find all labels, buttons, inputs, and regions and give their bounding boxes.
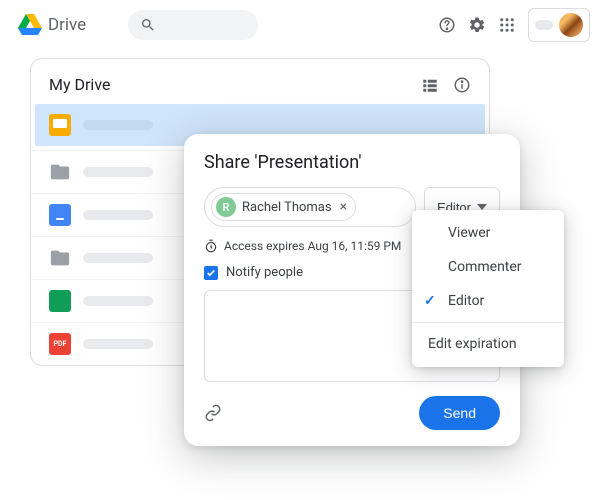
file-name-placeholder (83, 339, 153, 349)
timer-icon (204, 239, 218, 253)
help-icon[interactable] (438, 16, 456, 34)
person-chip[interactable]: R Rachel Thomas × (211, 193, 356, 221)
drive-header: My Drive (31, 75, 489, 104)
search-input[interactable] (128, 10, 258, 40)
role-option-commenter[interactable]: Commenter (412, 250, 564, 284)
account-placeholder (535, 20, 553, 30)
expiration-text: Access expires Aug 16, 11:59 PM (224, 239, 401, 253)
app-header: Drive (0, 0, 608, 50)
search-icon (140, 17, 156, 33)
apps-icon[interactable] (498, 16, 516, 34)
file-name-placeholder (83, 210, 153, 220)
file-name-placeholder (83, 296, 153, 306)
remove-chip-icon[interactable]: × (340, 199, 347, 215)
folder-icon (49, 247, 71, 269)
info-icon[interactable] (453, 76, 471, 94)
product-name: Drive (48, 15, 86, 35)
role-option-viewer[interactable]: Viewer (412, 216, 564, 250)
sheets-icon (49, 290, 71, 312)
drive-logo[interactable]: Drive (18, 14, 86, 36)
share-title: Share 'Presentation' (204, 152, 500, 173)
list-view-icon[interactable] (421, 76, 439, 94)
file-name-placeholder (83, 120, 153, 130)
menu-divider (412, 322, 564, 323)
account-switcher[interactable] (528, 8, 590, 42)
send-button[interactable]: Send (419, 396, 500, 430)
pdf-icon: PDF (49, 333, 71, 355)
gear-icon[interactable] (468, 16, 486, 34)
avatar (559, 13, 583, 37)
drive-triangle-icon (18, 14, 42, 36)
people-input[interactable]: R Rachel Thomas × (204, 187, 416, 227)
notify-checkbox[interactable] (204, 266, 218, 280)
chip-avatar: R (216, 197, 236, 217)
copy-link-icon[interactable] (204, 404, 222, 422)
edit-expiration-option[interactable]: Edit expiration (412, 327, 564, 361)
file-name-placeholder (83, 253, 153, 263)
role-menu: Viewer Commenter Editor Edit expiration (412, 210, 564, 367)
chip-name: Rachel Thomas (242, 200, 332, 215)
role-option-editor[interactable]: Editor (412, 284, 564, 318)
notify-label: Notify people (226, 265, 303, 280)
file-name-placeholder (83, 167, 153, 177)
slides-icon (49, 114, 71, 136)
header-actions (438, 8, 590, 42)
docs-icon (49, 204, 71, 226)
folder-icon (49, 161, 71, 183)
drive-title: My Drive (49, 75, 110, 94)
